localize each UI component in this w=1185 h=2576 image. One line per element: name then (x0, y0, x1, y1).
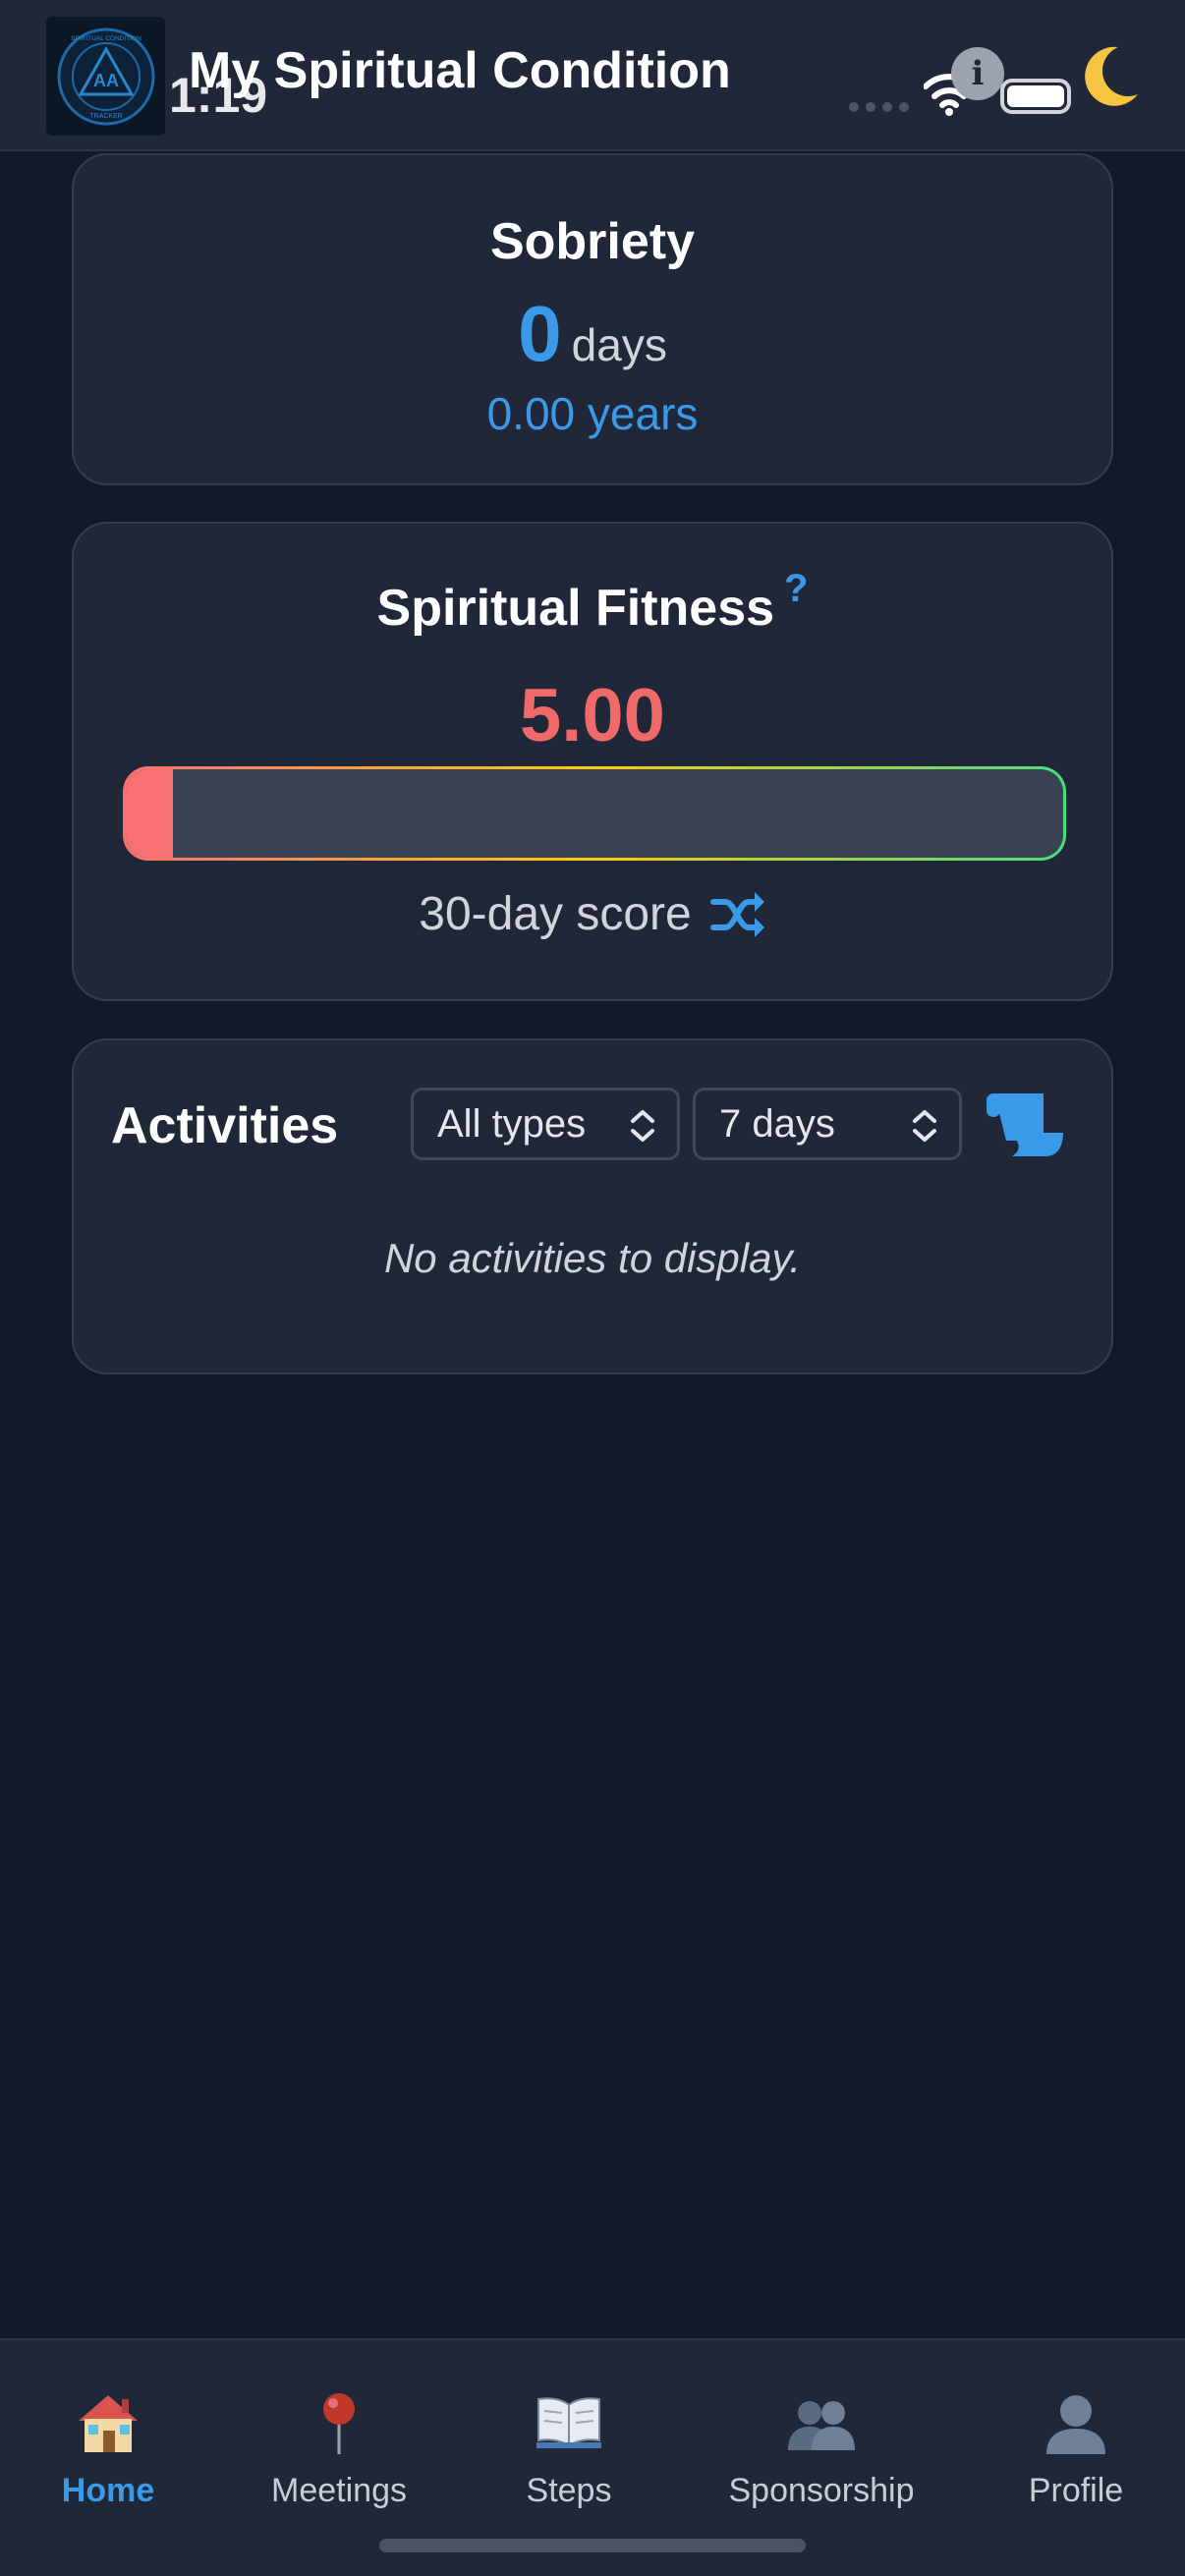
sobriety-title: Sobriety (489, 213, 696, 270)
two-people-icon (788, 2401, 855, 2450)
score-caption-text: 30-day score (419, 888, 692, 940)
chevron-updown-icon (631, 1110, 654, 1142)
activity-range-select[interactable]: 7 days (693, 1088, 962, 1160)
pushpin-icon (323, 2393, 355, 2454)
score-caption: 30-day score (74, 887, 1111, 941)
empty-activities-message: No activities to display. (383, 1235, 802, 1281)
fitness-title-text: Spiritual Fitness (376, 580, 775, 637)
nav-label-profile: Profile (1028, 2472, 1124, 2509)
fitness-score: 5.00 (520, 674, 665, 757)
sobriety-days-value: 0 (518, 290, 562, 377)
chevron-updown-icon (913, 1110, 936, 1142)
logo-mid-text: AA (93, 71, 119, 90)
aa-triangle-logo-icon: AA SPIRITUAL CONDITION TRACKER (57, 28, 154, 125)
signal-dots-icon (849, 102, 909, 112)
scroll-icon[interactable] (983, 1090, 1067, 1160)
shuffle-icon[interactable] (709, 890, 766, 939)
activity-type-value: All types (437, 1101, 587, 1146)
logo-top-text: SPIRITUAL CONDITION (71, 35, 141, 42)
person-icon (1046, 2395, 1105, 2454)
fitness-progress-bar (123, 766, 1066, 861)
sobriety-days: 0 days (74, 289, 1111, 379)
app-screen: AA SPIRITUAL CONDITION TRACKER My Spirit… (0, 0, 1185, 2576)
fitness-title: Spiritual Fitness? (74, 567, 1111, 638)
app-logo[interactable]: AA SPIRITUAL CONDITION TRACKER (46, 17, 165, 136)
open-book-icon (536, 2397, 601, 2449)
nav-label-steps: Steps (526, 2472, 612, 2509)
home-indicator[interactable] (379, 2539, 806, 2552)
spiritual-fitness-card: Spiritual Fitness? 5.00 30-day score (72, 522, 1113, 1001)
status-bar-time: 1:19 (169, 68, 268, 123)
help-icon[interactable]: ? (784, 567, 808, 610)
activity-type-select[interactable]: All types (411, 1088, 680, 1160)
app-title: My Spiritual Condition (189, 42, 731, 99)
nav-label-sponsorship: Sponsorship (728, 2472, 915, 2509)
activity-range-value: 7 days (719, 1101, 835, 1146)
battery-icon (1000, 79, 1071, 114)
moon-icon[interactable] (1067, 39, 1146, 118)
fitness-progress-fill (126, 769, 173, 858)
sobriety-days-unit: days (571, 319, 667, 370)
app-header: AA SPIRITUAL CONDITION TRACKER My Spirit… (0, 0, 1185, 151)
activities-title: Activities (111, 1097, 339, 1154)
nav-label-home: Home (61, 2472, 155, 2509)
sobriety-years: 0.00 years (486, 388, 699, 439)
activities-card: Activities All types 7 days No activitie… (72, 1038, 1113, 1374)
house-icon (79, 2395, 138, 2452)
sobriety-card: Sobriety 0 days 0.00 years (72, 153, 1113, 485)
logo-bottom-text: TRACKER (89, 113, 122, 120)
info-icon[interactable]: i (951, 47, 1004, 100)
nav-label-meetings: Meetings (271, 2472, 407, 2509)
